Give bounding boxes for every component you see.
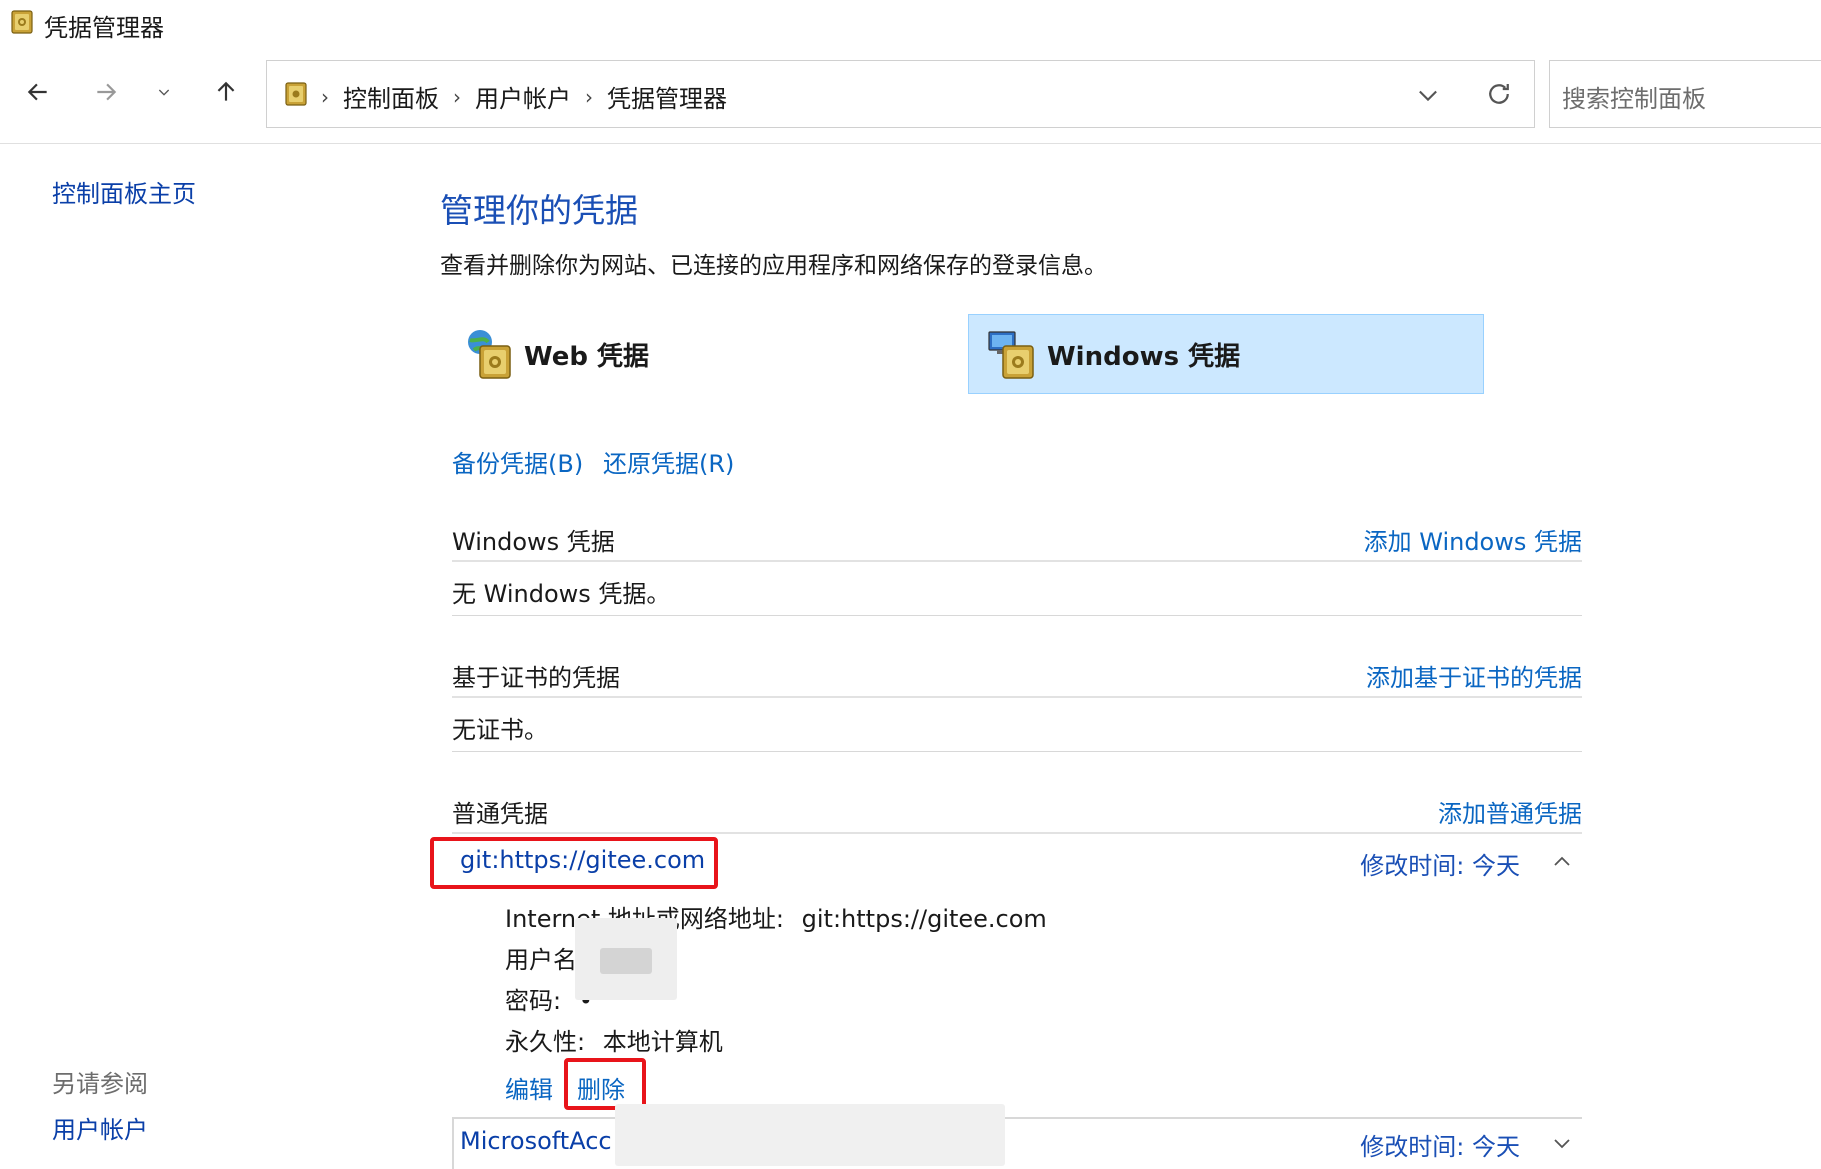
breadcrumb-credential-manager[interactable]: 凭据管理器 bbox=[607, 79, 727, 114]
title-bar: 凭据管理器 bbox=[0, 0, 1821, 46]
page-description: 查看并删除你为网站、已连接的应用程序和网络保存的登录信息。 bbox=[440, 253, 1107, 279]
backup-credentials-link[interactable]: 备份凭据(B) bbox=[452, 444, 583, 479]
section-title: 普通凭据 bbox=[452, 800, 548, 828]
breadcrumb-control-panel[interactable]: 控制面板 bbox=[343, 79, 439, 114]
certificate-credentials-header: 基于证书的凭据 添加基于证书的凭据 bbox=[452, 652, 1582, 698]
chevron-right-icon[interactable]: › bbox=[453, 85, 461, 109]
search-box[interactable]: 搜索控制面板 bbox=[1549, 60, 1821, 128]
detail-persistence: 永久性: 本地计算机 bbox=[505, 1022, 723, 1057]
password-label: 密码: bbox=[505, 987, 562, 1015]
arrow-right-icon bbox=[97, 83, 117, 101]
restore-credentials-link[interactable]: 还原凭据(R) bbox=[603, 444, 734, 479]
chevron-right-icon[interactable]: › bbox=[321, 85, 329, 109]
empty-message: 无 Windows 凭据。 bbox=[452, 580, 671, 608]
username-label: 用户名 bbox=[505, 946, 577, 974]
modified-time: 修改时间: 今天 bbox=[1360, 1133, 1520, 1161]
persistence-label: 永久性: bbox=[505, 1028, 586, 1056]
tab-windows-label: Windows 凭据 bbox=[1047, 341, 1241, 372]
windows-credentials-body: 无 Windows 凭据。 bbox=[452, 564, 1582, 616]
see-also-heading: 另请参阅 bbox=[52, 1070, 148, 1098]
windows-credentials-icon bbox=[988, 331, 1034, 379]
recent-locations-button[interactable] bbox=[146, 70, 182, 114]
search-placeholder: 搜索控制面板 bbox=[1562, 85, 1706, 113]
arrow-up-icon bbox=[217, 81, 235, 101]
add-generic-credential-link[interactable]: 添加普通凭据 bbox=[1438, 794, 1582, 829]
persistence-value: 本地计算机 bbox=[602, 1028, 723, 1056]
web-credentials-icon bbox=[468, 330, 511, 379]
redacted-area bbox=[615, 1104, 1005, 1166]
redacted-area bbox=[600, 948, 652, 974]
generic-credentials-header: 普通凭据 添加普通凭据 bbox=[452, 788, 1582, 834]
section-title: Windows 凭据 bbox=[452, 528, 615, 556]
divider bbox=[0, 143, 1821, 144]
breadcrumb: › 控制面板 › 用户帐户 › 凭据管理器 bbox=[321, 79, 727, 114]
highlight-box bbox=[564, 1058, 646, 1110]
window-title: 凭据管理器 bbox=[44, 14, 164, 42]
edit-link[interactable]: 编辑 bbox=[505, 1070, 553, 1105]
credential-manager-icon bbox=[11, 10, 33, 34]
chevron-down-icon bbox=[158, 89, 170, 96]
certificate-credentials-body: 无证书。 bbox=[452, 700, 1582, 752]
arrow-left-icon bbox=[27, 83, 47, 101]
section-title: 基于证书的凭据 bbox=[452, 664, 620, 692]
breadcrumb-user-accounts[interactable]: 用户帐户 bbox=[475, 79, 571, 114]
address-bar[interactable]: › 控制面板 › 用户帐户 › 凭据管理器 bbox=[266, 60, 1535, 128]
page-title: 管理你的凭据 bbox=[440, 191, 638, 230]
add-certificate-credential-link[interactable]: 添加基于证书的凭据 bbox=[1366, 658, 1582, 693]
user-accounts-link[interactable]: 用户帐户 bbox=[52, 1110, 148, 1145]
tab-windows-credentials[interactable]: Windows 凭据 bbox=[968, 314, 1484, 394]
modified-time: 修改时间: 今天 bbox=[1360, 852, 1520, 880]
control-panel-home-link[interactable]: 控制面板主页 bbox=[52, 174, 196, 209]
control-panel-icon bbox=[285, 82, 307, 106]
tab-web-label: Web 凭据 bbox=[524, 341, 650, 372]
windows-credentials-header: Windows 凭据 添加 Windows 凭据 bbox=[452, 516, 1582, 562]
tab-web-credentials[interactable]: Web 凭据 bbox=[460, 314, 960, 394]
add-windows-credential-link[interactable]: 添加 Windows 凭据 bbox=[1364, 522, 1582, 557]
address-value: git:https://gitee.com bbox=[801, 905, 1047, 933]
up-button[interactable] bbox=[204, 70, 248, 114]
chevron-right-icon[interactable]: › bbox=[585, 85, 593, 109]
back-button[interactable] bbox=[16, 70, 60, 114]
credential-name[interactable]: MicrosoftAcc bbox=[460, 1127, 612, 1155]
navigation-bar: › 控制面板 › 用户帐户 › 凭据管理器 搜索控制面板 bbox=[0, 56, 1821, 136]
address-dropdown-icon[interactable] bbox=[1414, 81, 1442, 109]
forward-button[interactable] bbox=[84, 70, 128, 114]
highlight-box bbox=[430, 837, 718, 889]
refresh-icon[interactable] bbox=[1484, 79, 1514, 109]
detail-username: 用户名 bbox=[505, 940, 577, 975]
chevron-down-icon[interactable] bbox=[1550, 1131, 1574, 1155]
empty-message: 无证书。 bbox=[452, 716, 548, 744]
chevron-up-icon[interactable] bbox=[1550, 850, 1574, 874]
